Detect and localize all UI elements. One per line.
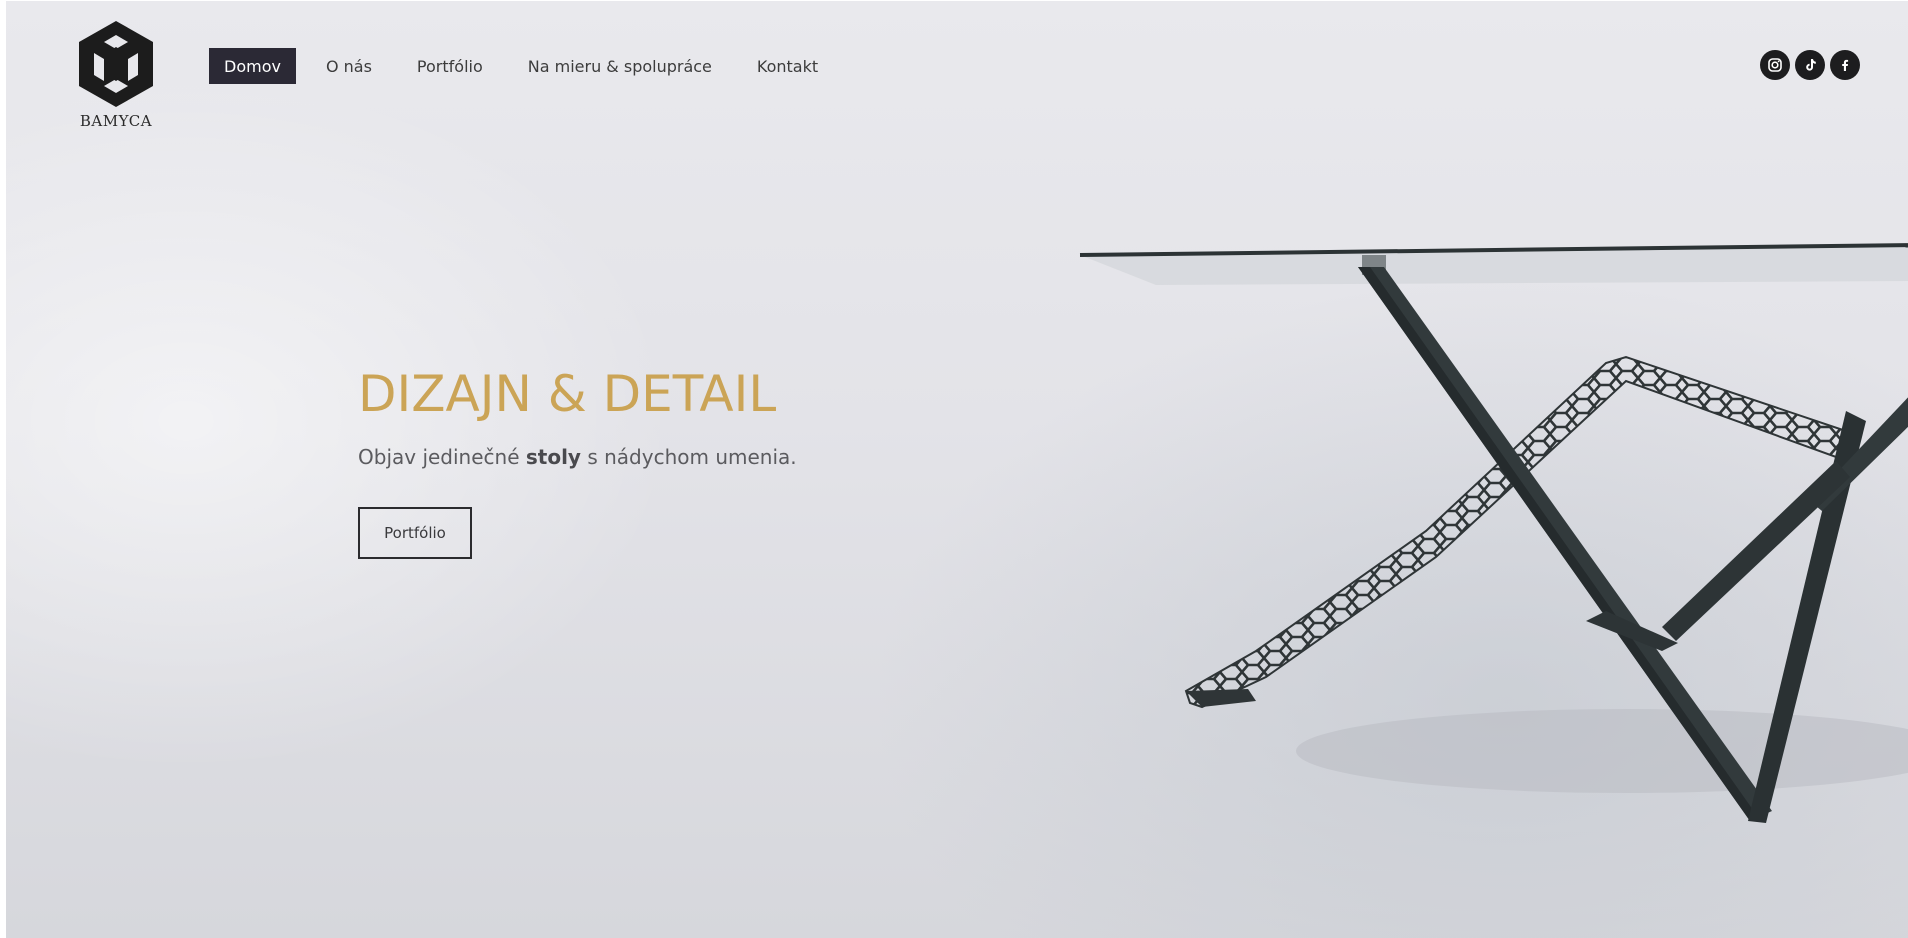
nav-item-portfolio[interactable]: Portfólio [402,48,498,84]
hero-headline: DIZAJN & DETAIL [358,365,777,423]
facebook-icon [1842,59,1849,71]
subline-text-start: Objav jedinečné [358,445,526,469]
subline-bold-word: stoly [525,445,581,469]
subline-text-end: s nádychom umenia. [580,445,797,469]
social-links [1760,50,1860,80]
nav-item-na-mieru[interactable]: Na mieru & spolupráce [513,48,727,84]
tiktok-button[interactable] [1795,50,1825,80]
portfolio-button[interactable]: Portfólio [358,507,472,559]
brand-logo[interactable]: BAMYCA [70,19,162,133]
instagram-button[interactable] [1760,50,1790,80]
table-product-image [1079,243,1908,823]
hero-section: BAMYCA Domov O nás Portfólio Na mieru & … [6,1,1908,938]
nav-item-domov[interactable]: Domov [209,48,296,84]
instagram-icon [1768,58,1782,72]
nav-item-o-nas[interactable]: O nás [311,48,387,84]
brand-name: BAMYCA [79,112,153,130]
hero-subline: Objav jedinečné stoly s nádychom umenia. [358,445,797,469]
tiktok-icon [1806,59,1816,71]
hexagon-logo-icon [79,21,153,107]
nav-item-kontakt[interactable]: Kontakt [742,48,833,84]
facebook-button[interactable] [1830,50,1860,80]
main-nav: Domov O nás Portfólio Na mieru & spolupr… [209,48,848,84]
